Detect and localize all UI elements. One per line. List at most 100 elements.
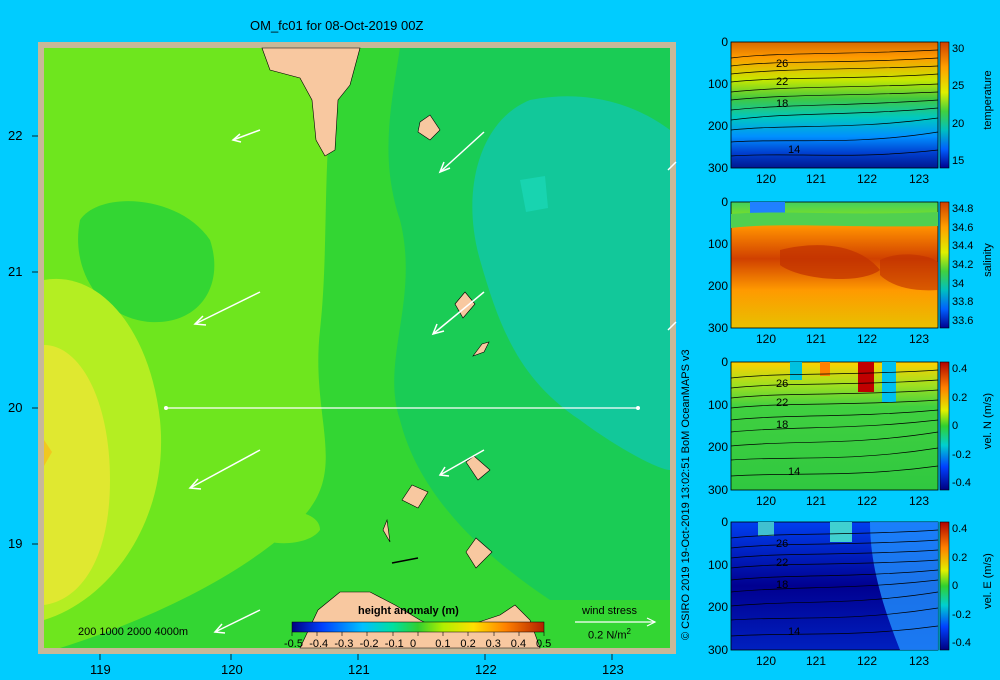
- panel-lon-tick: 122: [857, 332, 878, 346]
- panel-colorbar-tick: 30: [952, 43, 965, 55]
- salinity-panel: [730, 201, 939, 329]
- panel-lon-tick: 120: [756, 494, 777, 508]
- lon-tick: 119: [90, 662, 111, 677]
- lon-tick: 121: [348, 662, 370, 677]
- contour-label: 14: [788, 625, 801, 638]
- velocity-east-colorbar: [939, 521, 950, 651]
- velocity-east-panel: [730, 521, 939, 651]
- depth-tick: 0: [721, 195, 728, 209]
- colorbar-tick-label: 0.1: [435, 638, 451, 650]
- panel-colorbar-tick: 15: [952, 155, 965, 167]
- temperature-panel: [730, 41, 939, 169]
- panel-colorbar-tick: 0.2: [952, 391, 968, 404]
- contour-label: 22: [776, 396, 789, 409]
- panel-colorbar-tick: 34.4: [952, 240, 974, 253]
- panel-colorbar-tick: -0.4: [952, 477, 971, 489]
- temperature-colorbar: [939, 41, 950, 169]
- panel-colorbar-tick: 33.8: [952, 296, 974, 309]
- panel-colorbar-tick: -0.2: [952, 608, 971, 621]
- panel-lon-tick: 123: [909, 172, 930, 186]
- colorbar-tick-label: -0.4: [309, 638, 329, 650]
- panel-lon-tick: 121: [806, 494, 827, 508]
- contour-label: 14: [788, 465, 801, 478]
- lon-tick: 123: [602, 662, 624, 677]
- contour-label: 22: [776, 76, 789, 88]
- contour-label: 26: [776, 378, 789, 391]
- panel-colorbar-tick: 34.6: [952, 221, 974, 234]
- colorbar-tick-label: -0.3: [334, 638, 354, 650]
- depth-tick: 100: [707, 557, 728, 572]
- lat-tick: 22: [8, 128, 23, 143]
- depth-tick: 200: [707, 279, 728, 293]
- depth-tick: 300: [707, 321, 728, 335]
- contour-label: 26: [776, 58, 789, 70]
- panel-colorbar-tick: 0.4: [952, 363, 968, 375]
- depth-tick: 0: [721, 515, 728, 529]
- panel-colorbar-tick: 0: [952, 420, 959, 432]
- panel-colorbar-tick: 0: [952, 580, 959, 592]
- depth-tick: 200: [707, 600, 728, 615]
- figure-canvas: [32, 41, 950, 660]
- lon-tick: 122: [475, 662, 497, 677]
- lat-tick: 20: [8, 400, 23, 415]
- contour-label: 26: [776, 538, 789, 551]
- panel-lon-tick: 123: [909, 654, 930, 668]
- wind-stress-label: wind stress: [582, 605, 638, 617]
- colorbar-title: height anomaly (m): [358, 605, 459, 617]
- depth-tick: 100: [707, 237, 728, 251]
- contour-label: 18: [776, 578, 789, 591]
- panel-variable-label: vel. N (m/s): [982, 392, 994, 450]
- colorbar-tick-label: 0.2: [460, 638, 476, 650]
- depth-tick: 100: [707, 397, 728, 412]
- panel-colorbar-tick: 34.2: [952, 259, 974, 271]
- colorbar-tick-label: 0.4: [510, 638, 527, 650]
- contour-label: 18: [776, 418, 789, 431]
- panel-colorbar-tick: 34: [952, 277, 965, 290]
- panel-colorbar-tick: 34.8: [952, 203, 974, 215]
- depth-tick: 200: [707, 119, 728, 133]
- panel-lon-tick: 122: [857, 494, 878, 508]
- velocity-north-colorbar: [939, 361, 950, 491]
- panel-colorbar-tick: 0.4: [952, 523, 968, 535]
- lat-tick: 19: [8, 536, 23, 551]
- panel-lon-tick: 120: [756, 332, 777, 346]
- ssh-field: [44, 48, 670, 648]
- panel-lon-tick: 122: [857, 654, 878, 668]
- contour-label: 14: [788, 144, 801, 156]
- depth-tick: 100: [707, 77, 728, 91]
- panel-lon-tick: 120: [756, 172, 777, 186]
- colorbar-tick-label: 0: [410, 638, 417, 650]
- wind-scale-label: 0.2 N/m2: [588, 627, 631, 642]
- panel-lon-tick: 123: [909, 494, 930, 508]
- ssh-colorbar: [291, 621, 545, 633]
- panel-colorbar-tick: 20: [952, 117, 965, 130]
- panel-lon-tick: 121: [806, 654, 827, 668]
- colorbar-tick-label: 0.3: [485, 638, 501, 650]
- depth-tick: 300: [707, 483, 728, 497]
- panel-variable-label: temperature: [982, 70, 994, 130]
- panel-lon-tick: 120: [756, 654, 777, 668]
- lat-tick: 21: [8, 264, 23, 279]
- depth-tick: 0: [721, 355, 728, 369]
- panel-colorbar-tick: -0.2: [952, 448, 971, 461]
- panel-colorbar-tick: -0.4: [952, 637, 971, 649]
- depth-tick: 0: [721, 35, 728, 49]
- colorbar-tick-label: -0.1: [384, 638, 404, 650]
- panel-variable-label: vel. E (m/s): [982, 553, 994, 609]
- velocity-north-panel: [730, 361, 939, 491]
- depth-legend: 200 1000 2000 4000m: [78, 626, 189, 638]
- panel-colorbar-tick: 0.2: [952, 551, 968, 564]
- panel-colorbar-tick: 33.6: [952, 315, 974, 327]
- panel-lon-tick: 122: [857, 172, 878, 186]
- panel-lon-tick: 123: [909, 332, 930, 346]
- depth-tick: 200: [707, 440, 728, 455]
- contour-label: 22: [776, 556, 789, 569]
- colorbar-tick-label: -0.5: [284, 638, 303, 650]
- salinity-colorbar: [939, 201, 950, 329]
- panel-lon-tick: 121: [806, 172, 827, 186]
- panel-colorbar-tick: 25: [952, 80, 965, 93]
- panel-lon-tick: 121: [806, 332, 827, 346]
- contour-label: 18: [776, 98, 789, 110]
- depth-tick: 300: [707, 643, 728, 657]
- depth-tick: 300: [707, 161, 728, 175]
